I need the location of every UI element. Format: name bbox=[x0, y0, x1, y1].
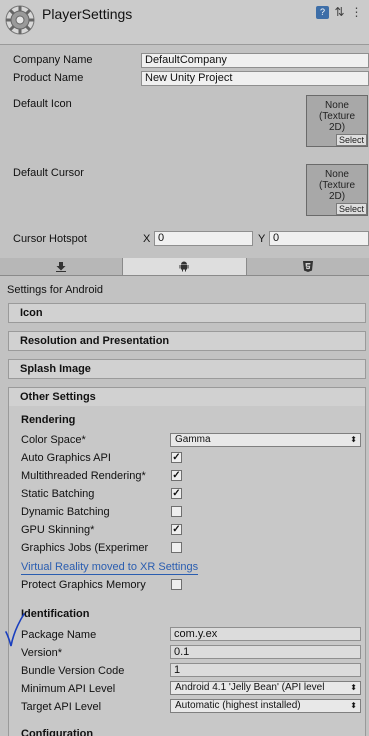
protect-graphics-memory-checkbox[interactable] bbox=[171, 579, 182, 590]
color-space-label: Color Space* bbox=[21, 434, 86, 446]
cursor-hotspot-label: Cursor Hotspot bbox=[13, 233, 87, 245]
vr-xr-settings-link[interactable]: Virtual Reality moved to XR Settings bbox=[21, 561, 199, 575]
minimum-api-label: Minimum API Level bbox=[21, 683, 116, 695]
tab-standalone[interactable] bbox=[0, 258, 124, 275]
auto-graphics-api-label: Auto Graphics API bbox=[21, 452, 111, 464]
sliders-icon[interactable]: ⇅ bbox=[333, 6, 346, 19]
dynamic-batching-label: Dynamic Batching bbox=[21, 506, 110, 518]
hotspot-y-label: Y bbox=[258, 233, 266, 245]
target-api-value: Automatic (highest installed) bbox=[175, 700, 301, 711]
company-name-field[interactable]: DefaultCompany bbox=[141, 53, 369, 68]
hotspot-y-field[interactable]: 0 bbox=[269, 231, 369, 246]
default-cursor-label: Default Cursor bbox=[13, 167, 84, 179]
hotspot-x-field[interactable]: 0 bbox=[154, 231, 253, 246]
minimum-api-dropdown[interactable]: Android 4.1 'Jelly Bean' (API level ⬍ bbox=[170, 681, 361, 695]
dropdown-arrow-icon: ⬍ bbox=[350, 701, 357, 710]
static-batching-checkbox[interactable]: ✓ bbox=[171, 488, 182, 499]
product-name-label: Product Name bbox=[13, 72, 84, 84]
graphics-jobs-label: Graphics Jobs (Experimer bbox=[21, 542, 149, 554]
package-name-label: Package Name bbox=[21, 629, 97, 641]
product-name-field[interactable]: New Unity Project bbox=[141, 71, 369, 86]
texture-dim-text: 2D) bbox=[328, 122, 346, 133]
section-icon[interactable]: Icon bbox=[8, 303, 366, 323]
dynamic-batching-checkbox[interactable] bbox=[171, 506, 182, 517]
protect-graphics-memory-label: Protect Graphics Memory bbox=[21, 579, 146, 591]
version-field[interactable]: 0.1 bbox=[170, 645, 361, 659]
auto-graphics-api-checkbox[interactable]: ✓ bbox=[171, 452, 182, 463]
multithreaded-rendering-checkbox[interactable]: ✓ bbox=[171, 470, 182, 481]
target-api-label: Target API Level bbox=[21, 701, 102, 713]
texture-dim-text: 2D) bbox=[328, 191, 346, 202]
default-icon-slot[interactable]: None (Texture 2D) Select bbox=[306, 95, 368, 147]
gpu-skinning-label: GPU Skinning* bbox=[21, 524, 95, 536]
inspector-title: PlayerSettings bbox=[42, 6, 133, 22]
default-icon-label: Default Icon bbox=[13, 98, 72, 110]
platform-tabs bbox=[0, 258, 369, 276]
package-name-field[interactable]: com.y.ex bbox=[170, 627, 361, 641]
graphics-jobs-checkbox[interactable] bbox=[171, 542, 182, 553]
hotspot-x-label: X bbox=[143, 233, 151, 245]
default-icon-select-button[interactable]: Select bbox=[335, 134, 367, 146]
static-batching-label: Static Batching bbox=[21, 488, 95, 500]
target-api-dropdown[interactable]: Automatic (highest installed) ⬍ bbox=[170, 699, 361, 713]
minimum-api-value: Android 4.1 'Jelly Bean' (API level bbox=[175, 682, 325, 693]
tab-android[interactable] bbox=[123, 258, 247, 275]
color-space-value: Gamma bbox=[175, 434, 211, 445]
section-splash[interactable]: Splash Image bbox=[8, 359, 366, 379]
bundle-version-code-field[interactable]: 1 bbox=[170, 663, 361, 677]
gear-icon bbox=[5, 5, 35, 35]
inspector-header: PlayerSettings ? ⇅ ⋮ bbox=[0, 0, 369, 45]
bundle-version-code-label: Bundle Version Code bbox=[21, 665, 125, 677]
texture-type-text: (Texture bbox=[318, 180, 356, 191]
html5-icon bbox=[302, 261, 313, 272]
tab-webgl[interactable] bbox=[247, 258, 369, 275]
section-other-settings[interactable]: Other Settings bbox=[8, 387, 366, 407]
gpu-skinning-checkbox[interactable]: ✓ bbox=[171, 524, 182, 535]
multithreaded-rendering-label: Multithreaded Rendering* bbox=[21, 470, 146, 482]
texture-none-text: None bbox=[325, 169, 349, 180]
texture-type-text: (Texture bbox=[318, 111, 356, 122]
handdrawn-check-icon bbox=[5, 613, 25, 647]
settings-for-label: Settings for Android bbox=[7, 284, 104, 296]
company-name-label: Company Name bbox=[13, 54, 93, 66]
book-icon[interactable]: ? bbox=[316, 6, 329, 19]
dropdown-arrow-icon: ⬍ bbox=[350, 435, 357, 444]
dropdown-arrow-icon: ⬍ bbox=[350, 683, 357, 692]
identification-heading: Identification bbox=[21, 608, 90, 620]
rendering-heading: Rendering bbox=[21, 414, 76, 426]
version-label: Version* bbox=[21, 647, 62, 659]
android-icon bbox=[179, 261, 189, 272]
default-cursor-slot[interactable]: None (Texture 2D) Select bbox=[306, 164, 368, 216]
color-space-dropdown[interactable]: Gamma ⬍ bbox=[170, 433, 361, 447]
menu-icon[interactable]: ⋮ bbox=[350, 6, 363, 19]
texture-none-text: None bbox=[325, 100, 349, 111]
configuration-heading: Configuration bbox=[21, 728, 94, 736]
default-cursor-select-button[interactable]: Select bbox=[335, 203, 367, 215]
section-resolution[interactable]: Resolution and Presentation bbox=[8, 331, 366, 351]
header-tools: ? ⇅ ⋮ bbox=[316, 6, 363, 19]
download-icon bbox=[56, 261, 67, 272]
